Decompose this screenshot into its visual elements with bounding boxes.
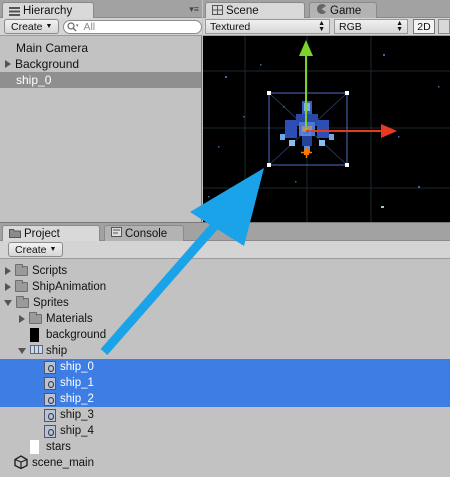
chevron-down-icon: ▼ [45,23,53,30]
project-tabstrip: Project Console [0,223,450,242]
search-icon: ▾ [67,21,79,31]
expand-arrow-icon[interactable] [5,267,11,275]
scene-canvas [203,36,450,222]
project-item-ship-4[interactable]: ship_4 [0,423,450,439]
collapse-arrow-icon[interactable] [4,300,12,306]
grid-icon [212,4,223,18]
tab-game[interactable]: Game [309,2,377,18]
scene-toolbar: Textured ▲ ▼ RGB ▲ ▼ 2D [203,18,450,36]
hierarchy-item-main-camera[interactable]: Main Camera [0,40,201,56]
hierarchy-item-label: Background [15,57,80,71]
project-item-scripts[interactable]: Scripts [0,263,450,279]
project-item-label: ship [46,345,68,357]
texture-icon [30,328,39,342]
mode-2d-toggle[interactable]: 2D [413,19,435,34]
expand-arrow-icon[interactable] [5,60,11,68]
folder-icon [15,280,28,292]
hierarchy-item-ship-0[interactable]: ship_0 [0,72,201,88]
project-item-materials[interactable]: Materials [0,311,450,327]
tab-label: Hierarchy [23,5,73,17]
project-item-ship-3[interactable]: ship_3 [0,407,450,423]
tab-label: Scene [226,5,259,17]
scene-panel: Scene Game Textured ▲ ▼ RGB ▲ ▼ 2D [203,0,450,222]
project-item-sprites[interactable]: Sprites [0,295,450,311]
sprite-sheet-icon [30,345,43,357]
project-item-label: ship_2 [60,393,94,405]
toggle-label: 2D [417,20,431,33]
project-create-button[interactable]: Create ▼ [8,242,64,257]
project-item-label: ShipAnimation [32,281,107,293]
expand-arrow-icon[interactable] [19,315,25,323]
up-down-icon: ▲ ▼ [396,19,403,33]
sprite-icon [44,424,56,438]
tab-label: Game [330,4,362,17]
project-item-background[interactable]: background [0,327,450,343]
expand-arrow-icon[interactable] [5,283,11,291]
dropdown-value: Textured [210,20,251,33]
folder-icon [15,264,28,276]
move-gizmo[interactable] [299,40,397,158]
color-mode-dropdown[interactable]: RGB ▲ ▼ [334,19,408,34]
dropdown-value: RGB [339,20,362,33]
tab-project[interactable]: Project [2,225,100,242]
folder-icon [16,296,29,308]
folder-icon [9,228,21,241]
shading-mode-dropdown[interactable]: Textured ▲ ▼ [205,19,330,34]
hierarchy-item-background[interactable]: Background [0,56,201,72]
project-item-label: ship_0 [60,361,94,373]
hierarchy-item-label: Main Camera [16,41,89,55]
project-item-label: background [46,329,107,341]
hierarchy-search-input[interactable]: ▾ All [63,19,202,34]
unity-scene-icon [14,454,28,472]
scene-viewport[interactable] [203,36,450,222]
project-item-label: stars [46,441,71,453]
collapse-arrow-icon[interactable] [18,348,26,354]
sprite-icon [44,376,56,390]
scene-visibility-toggle[interactable] [438,19,450,34]
tab-label: Project [24,228,60,240]
project-item-stars[interactable]: stars [0,439,450,455]
hierarchy-create-button[interactable]: Create ▼ [4,19,60,34]
panel-menu-icon[interactable]: ▾≡ [189,4,199,15]
project-item-ship-1[interactable]: ship_1 [0,375,450,391]
console-icon [111,227,122,240]
project-item-label: Scripts [32,265,68,277]
chevron-down-icon: ▼ [49,246,57,253]
project-item-label: Materials [46,313,93,325]
search-placeholder: All [83,20,96,33]
tab-label: Console [125,227,168,240]
sprite-icon [44,360,56,374]
hierarchy-toolbar: Create ▼ ▾ All [0,18,202,36]
project-item-label: ship_1 [60,377,94,389]
texture-icon [30,440,39,454]
button-label: Create [15,243,47,256]
up-down-icon: ▲ ▼ [318,19,325,33]
hierarchy-panel: Hierarchy ▾≡ Create ▼ ▾ All Main Camera … [0,0,202,222]
list-icon [9,6,20,16]
project-item-ship-2[interactable]: ship_2 [0,391,450,407]
project-panel: Project Console Create ▼ Scripts ShipAni… [0,222,450,477]
project-item-label: ship_4 [60,425,94,437]
sprite-icon [44,408,56,422]
project-item-ship[interactable]: ship [0,343,450,359]
project-item-shipanimation[interactable]: ShipAnimation [0,279,450,295]
sprite-icon [44,392,56,406]
svg-text:▾: ▾ [76,23,79,29]
tab-scene[interactable]: Scene [205,2,305,19]
tab-console[interactable]: Console [104,225,184,241]
project-item-label: scene_main [32,457,95,469]
folder-icon [29,312,42,324]
tab-hierarchy[interactable]: Hierarchy [2,2,94,19]
project-item-ship-0[interactable]: ship_0 [0,359,450,375]
button-label: Create [11,20,43,33]
pacman-icon [316,4,327,17]
hierarchy-item-label: ship_0 [16,73,52,87]
scene-tabstrip: Scene Game [203,0,450,19]
project-item-label: ship_3 [60,409,94,421]
hierarchy-tabstrip: Hierarchy ▾≡ [0,0,202,19]
project-item-label: Sprites [33,297,69,309]
project-item-scene-main[interactable]: scene_main [0,454,450,472]
project-toolbar: Create ▼ [0,241,450,259]
